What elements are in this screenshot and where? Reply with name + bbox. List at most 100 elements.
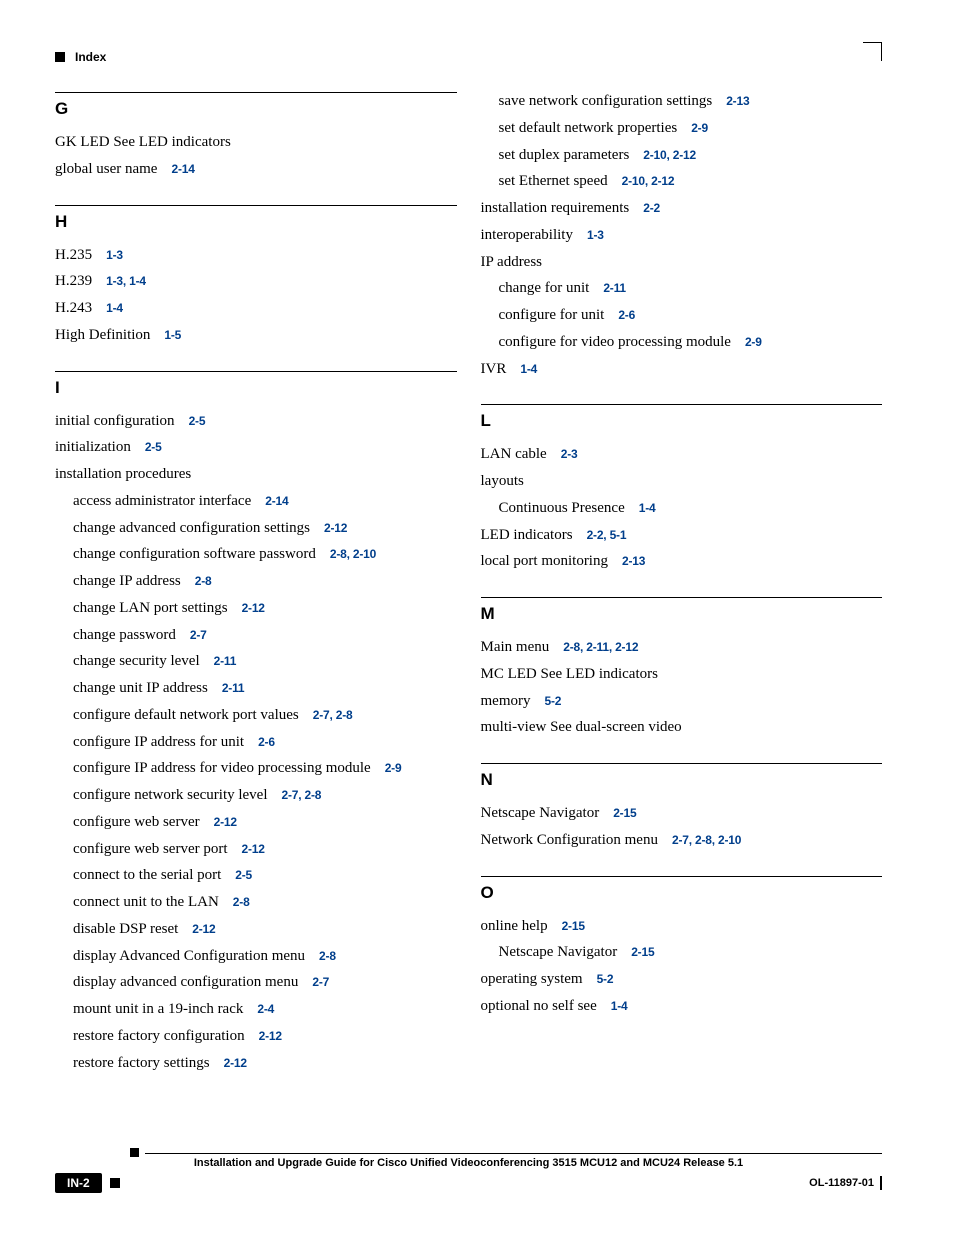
index-entry: GK LED See LED indicators xyxy=(55,133,457,152)
page-ref-link[interactable]: 2-3 xyxy=(561,447,578,461)
page-ref-link[interactable]: 2-13 xyxy=(726,94,749,108)
index-entry: H.243 1-4 xyxy=(55,299,457,318)
page-ref-link[interactable]: 2-14 xyxy=(171,162,194,176)
page-ref-link[interactable]: 1-3 xyxy=(106,248,123,262)
index-entry: set default network properties 2-9 xyxy=(481,119,883,138)
page-ref-link[interactable]: 1-5 xyxy=(164,328,181,342)
index-entry: LAN cable2-3 xyxy=(481,445,883,464)
index-section: HH.2351-3H.2391-3, 1-4H.2431-4High Defin… xyxy=(55,205,457,345)
page-ref-link[interactable]: 2-15 xyxy=(562,919,585,933)
index-entry: MC LED See LED indicators xyxy=(481,665,883,684)
page-ref-link[interactable]: 2-5 xyxy=(189,414,206,428)
page-ref-link[interactable]: 2-12 xyxy=(259,1029,282,1043)
page-ref-link[interactable]: 2-15 xyxy=(613,806,636,820)
page-ref-link[interactable]: 2-7 xyxy=(312,975,329,989)
page-ref-link[interactable]: 2-8, 2-11, 2-12 xyxy=(563,640,638,654)
footer-doc-id: OL-11897-01 xyxy=(809,1177,874,1189)
index-section: GGK LED See LED indicatorsglobal user na… xyxy=(55,92,457,179)
page-ref-link[interactable]: 2-13 xyxy=(622,554,645,568)
index-term: optional no self see xyxy=(481,998,597,1014)
page-ref-link[interactable]: 2-8 xyxy=(319,949,336,963)
index-term: change unit IP address xyxy=(73,680,208,696)
page-ref-link[interactable]: 1-4 xyxy=(611,999,628,1013)
index-term: configure default network port values xyxy=(73,707,299,723)
page-ref-link[interactable]: 2-12 xyxy=(192,922,215,936)
page-ref-link[interactable]: 2-2 xyxy=(643,201,660,215)
index-entry: Main menu2-8, 2-11, 2-12 xyxy=(481,638,883,657)
index-entry: change password2-7 xyxy=(55,626,457,645)
page-ref-link[interactable]: 2-7, 2-8, 2-10 xyxy=(672,833,741,847)
header-square-icon xyxy=(55,52,65,62)
index-term: configure IP address for video processin… xyxy=(73,760,371,776)
page-ref-link[interactable]: 1-4 xyxy=(106,301,123,315)
page-ref-link[interactable]: 2-15 xyxy=(631,945,654,959)
index-entry: Network Configuration menu 2-7, 2-8, 2-10 xyxy=(481,831,883,850)
page-ref-link[interactable]: 1-4 xyxy=(639,501,656,515)
index-term: Netscape Navigator xyxy=(481,805,600,821)
index-section: M Main menu2-8, 2-11, 2-12 MC LED See LED … xyxy=(481,597,883,737)
page-ref-link[interactable]: 2-8 xyxy=(233,895,250,909)
page-ref-link[interactable]: 2-8, 2-10 xyxy=(330,547,376,561)
page-ref-link[interactable]: 1-4 xyxy=(520,362,537,376)
index-term: memory xyxy=(481,693,531,709)
index-term: Network Configuration menu xyxy=(481,832,658,848)
page-ref-link[interactable]: 2-7, 2-8 xyxy=(282,788,322,802)
index-entry: set Ethernet speed2-10, 2-12 xyxy=(481,172,883,191)
index-term: configure IP address for unit xyxy=(73,734,244,750)
index-term: H.243 xyxy=(55,300,92,316)
index-entry: configure IP address for video processin… xyxy=(55,759,457,778)
section-letter: N xyxy=(481,770,883,790)
page-ref-link[interactable]: 2-11 xyxy=(222,681,245,695)
section-letter: M xyxy=(481,604,883,624)
section-letter: O xyxy=(481,883,883,903)
page-ref-link[interactable]: 2-7, 2-8 xyxy=(313,708,353,722)
page-ref-link[interactable]: 2-5 xyxy=(145,440,162,454)
page-ref-link[interactable]: 2-14 xyxy=(265,494,288,508)
page-ref-link[interactable]: 2-2, 5-1 xyxy=(587,528,627,542)
index-term: Continuous Presence xyxy=(499,500,625,516)
index-entry: installation procedures xyxy=(55,465,457,484)
index-entry: online help2-15 xyxy=(481,917,883,936)
section-rule xyxy=(481,876,883,877)
page-ref-link[interactable]: 2-11 xyxy=(603,281,626,295)
page-ref-link[interactable]: 2-12 xyxy=(214,815,237,829)
index-section: N Netscape Navigator 2-15 Network Configura… xyxy=(481,763,883,850)
page-ref-link[interactable]: 2-12 xyxy=(242,601,265,615)
page-ref-link[interactable]: 2-8 xyxy=(195,574,212,588)
page-ref-link[interactable]: 2-12 xyxy=(242,842,265,856)
header-label: Index xyxy=(75,50,106,64)
section-rule xyxy=(55,92,457,93)
page-ref-link[interactable]: 2-9 xyxy=(745,335,762,349)
page-ref-link[interactable]: 1-3, 1-4 xyxy=(106,274,146,288)
page-ref-link[interactable]: 1-3 xyxy=(587,228,604,242)
index-term: change advanced configuration settings xyxy=(73,520,310,536)
index-entry: configure IP address for unit 2-6 xyxy=(55,733,457,752)
index-entry: restore factory settings2-12 xyxy=(55,1054,457,1073)
index-entry: configure web server port2-12 xyxy=(55,840,457,859)
page-ref-link[interactable]: 2-9 xyxy=(385,761,402,775)
page-ref-link[interactable]: 2-12 xyxy=(324,521,347,535)
page-ref-link[interactable]: 2-12 xyxy=(224,1056,247,1070)
page-ref-link[interactable]: 2-10, 2-12 xyxy=(643,148,696,162)
page-ref-link[interactable]: 2-11 xyxy=(214,654,237,668)
page-ref-link[interactable]: 2-10, 2-12 xyxy=(622,174,675,188)
index-term: H.239 xyxy=(55,273,92,289)
section-rule xyxy=(55,371,457,372)
index-section: save network configuration settings2-13s… xyxy=(481,92,883,378)
index-term: configure web server xyxy=(73,814,200,830)
page-ref-link[interactable]: 2-6 xyxy=(258,735,275,749)
page-ref-link[interactable]: 5-2 xyxy=(545,694,562,708)
page-ref-link[interactable]: 5-2 xyxy=(597,972,614,986)
footer-square-icon xyxy=(130,1148,139,1157)
index-term: Netscape Navigator xyxy=(499,944,618,960)
page-ref-link[interactable]: 2-9 xyxy=(691,121,708,135)
page-ref-link[interactable]: 2-5 xyxy=(235,868,252,882)
page-ref-link[interactable]: 2-4 xyxy=(257,1002,274,1016)
index-entry: H.239 1-3, 1-4 xyxy=(55,272,457,291)
page-ref-link[interactable]: 2-6 xyxy=(618,308,635,322)
index-entry: change LAN port settings2-12 xyxy=(55,599,457,618)
index-term: global user name xyxy=(55,161,157,177)
index-entry: set duplex parameters2-10, 2-12 xyxy=(481,146,883,165)
index-term: set default network properties xyxy=(499,120,678,136)
page-ref-link[interactable]: 2-7 xyxy=(190,628,207,642)
